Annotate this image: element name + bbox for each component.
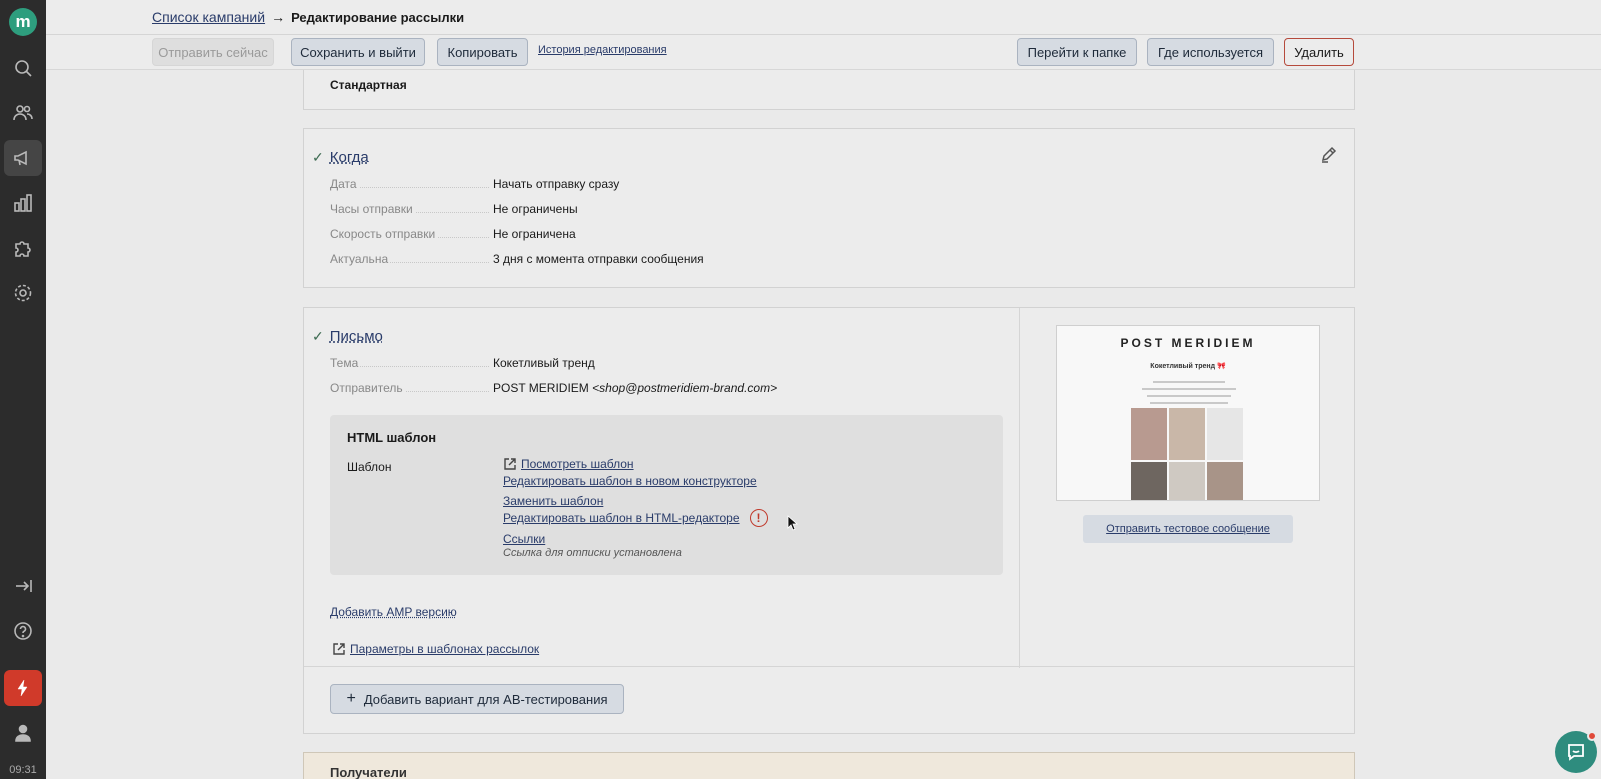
edit-html-editor-link[interactable]: Редактировать шаблон в HTML-редакторе	[503, 510, 740, 526]
edit-pencil-icon[interactable]	[1320, 145, 1338, 163]
letter-row-subject: Тема Кокетливый тренд	[330, 356, 595, 370]
copy-button[interactable]: Копировать	[437, 38, 528, 66]
links-link[interactable]: Ссылки	[503, 531, 768, 547]
html-template-title: HTML шаблон	[347, 430, 437, 445]
preview-photo	[1207, 462, 1243, 500]
recipients-title: Получатели	[330, 765, 407, 779]
external-link-icon	[332, 642, 346, 656]
when-row-speed: Скорость отправки Не ограничена	[330, 227, 576, 241]
clock-time: 09:31	[9, 764, 37, 776]
preview-photo	[1131, 408, 1167, 460]
breadcrumb-campaigns-link[interactable]: Список кампаний	[152, 9, 265, 25]
preview-subject: Кокетливый тренд 🎀	[1150, 363, 1226, 370]
recipients-section: Получатели	[303, 752, 1355, 779]
chart-icon[interactable]	[4, 185, 42, 221]
gear-icon[interactable]	[4, 275, 42, 311]
letter-title-link[interactable]: Письмо	[330, 328, 383, 345]
delete-button[interactable]: Удалить	[1284, 38, 1354, 66]
preview-photo	[1169, 462, 1205, 500]
when-title-link[interactable]: Когда	[330, 149, 369, 166]
mailing-type-value: Стандартная	[330, 78, 407, 92]
go-to-folder-button[interactable]: Перейти к папке	[1017, 38, 1137, 66]
edit-new-constructor-link[interactable]: Редактировать шаблон в новом конструктор…	[503, 473, 768, 489]
where-used-button[interactable]: Где используется	[1147, 38, 1274, 66]
search-icon[interactable]	[4, 50, 42, 86]
header: Список кампаний → Редактирование рассылк…	[46, 0, 1601, 70]
add-ab-variant-button[interactable]: + Добавить вариант для AB-тестирования	[330, 684, 624, 714]
bolt-icon[interactable]	[4, 670, 42, 706]
type-card: Стандартная	[303, 70, 1355, 110]
preview-text-lines	[1137, 376, 1241, 409]
check-icon: ✓	[312, 149, 324, 165]
logo[interactable]: m	[9, 8, 37, 36]
logout-icon[interactable]	[4, 568, 42, 604]
breadcrumb-arrow: →	[271, 9, 286, 25]
mouse-cursor-icon	[787, 515, 799, 531]
letter-row-sender: Отправитель POST MERIDIEM <shop@postmeri…	[330, 381, 778, 395]
view-template-link[interactable]: Посмотреть шаблон	[521, 456, 634, 472]
plus-icon: +	[346, 690, 356, 707]
preview-photo	[1131, 462, 1167, 500]
notification-dot	[1587, 731, 1597, 741]
letter-details: ✓ Письмо Тема Кокетливый тренд Отправител…	[304, 308, 1020, 668]
preview-photo	[1169, 408, 1205, 460]
preview-photo-grid	[1131, 408, 1247, 500]
send-test-button[interactable]: Отправить тестовое сообщение	[1083, 515, 1293, 543]
sidebar: m 09:31	[0, 0, 46, 779]
history-link[interactable]: История редактирования	[538, 44, 667, 56]
letter-title: ✓ Письмо	[312, 328, 383, 345]
when-title: ✓ Когда	[312, 149, 369, 166]
add-amp-link[interactable]: Добавить AMP версию	[330, 605, 457, 619]
when-row-date: Дата Начать отправку сразу	[330, 177, 620, 191]
email-preview[interactable]: POST MERIDIEM Кокетливый тренд 🎀	[1056, 325, 1320, 501]
send-now-button[interactable]: Отправить сейчас	[152, 38, 274, 66]
help-icon[interactable]	[4, 613, 42, 649]
when-row-actual: Актуальна 3 дня с момента отправки сообще…	[330, 252, 704, 266]
save-exit-button[interactable]: Сохранить и выйти	[291, 38, 425, 66]
replace-template-link[interactable]: Заменить шаблон	[503, 493, 768, 509]
when-section: ✓ Когда Дата Начать отправку сразу Часы о…	[303, 128, 1355, 288]
breadcrumb: Список кампаний → Редактирование рассылк…	[152, 9, 464, 25]
template-links: Посмотреть шаблон Редактировать шаблон в…	[503, 455, 768, 559]
preview-brand: POST MERIDIEM	[1120, 336, 1256, 350]
unsubscribe-note: Ссылка для отписки установлена	[503, 547, 682, 559]
users-icon[interactable]	[4, 95, 42, 131]
template-params-link[interactable]: Параметры в шаблонах рассылок	[350, 641, 539, 657]
warning-icon[interactable]: !	[749, 509, 768, 527]
template-params: Параметры в шаблонах рассылок	[332, 641, 539, 657]
megaphone-icon[interactable]	[4, 140, 42, 176]
add-ab-variant-label: Добавить вариант для AB-тестирования	[363, 691, 608, 707]
user-icon[interactable]	[4, 715, 42, 751]
check-icon: ✓	[312, 328, 324, 344]
letter-section: ✓ Письмо Тема Кокетливый тренд Отправител…	[303, 307, 1355, 734]
template-label: Шаблон	[347, 460, 392, 474]
page-title: Редактирование рассылки	[291, 9, 465, 25]
puzzle-icon[interactable]	[4, 230, 42, 266]
when-row-hours: Часы отправки Не ограничены	[330, 202, 578, 216]
preview-photo	[1207, 408, 1243, 460]
html-template-box: HTML шаблон Шаблон Посмотреть шаблон Ред…	[330, 415, 1003, 575]
external-link-icon	[503, 457, 517, 471]
